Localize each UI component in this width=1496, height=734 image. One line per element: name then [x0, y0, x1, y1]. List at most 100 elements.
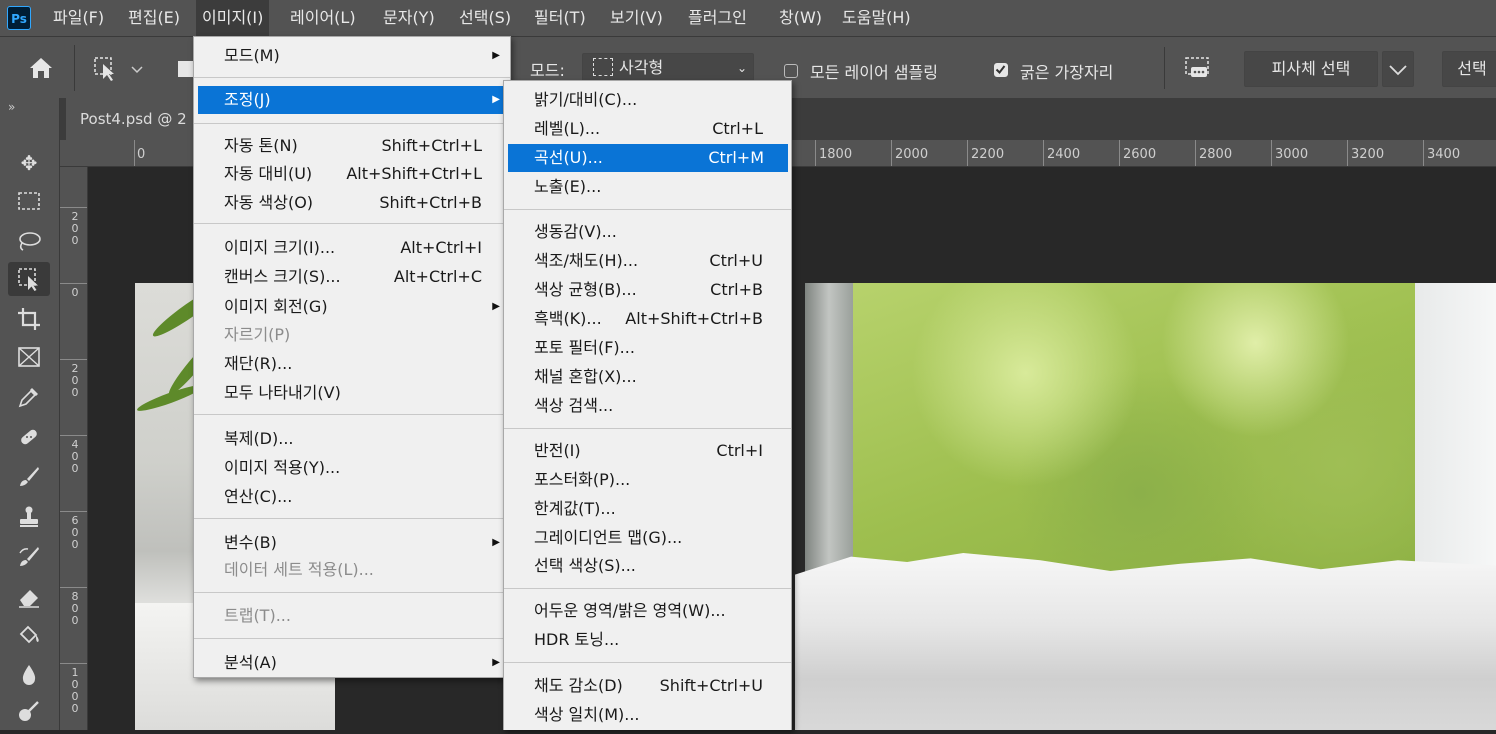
menu-window[interactable]: 창(W) [779, 0, 822, 36]
menu-item-auto-color[interactable]: 자동 색상(O) Shift+Ctrl+B [194, 189, 510, 217]
menu-item-trim[interactable]: 재단(R)... [194, 350, 510, 378]
menu-item-image-size[interactable]: 이미지 크기(I)... Alt+Ctrl+I [194, 234, 510, 262]
menu-item-vibrance[interactable]: 생동감(V)... [504, 218, 791, 246]
menu-item-match-color[interactable]: 색상 일치(M)... [504, 701, 791, 729]
menu-item-label: 포스터화(P)... [534, 470, 631, 489]
healing-brush-tool-icon[interactable] [8, 420, 50, 454]
menu-item-shortcut: Shift+Ctrl+U [659, 676, 763, 695]
paint-bucket-tool-icon[interactable] [8, 618, 50, 652]
object-select-preset-icon[interactable] [92, 55, 144, 83]
menu-item-label: 한계값(T)... [534, 499, 616, 518]
menu-item-analysis[interactable]: 분석(A) ▶ [194, 649, 510, 677]
menu-item-reveal-all[interactable]: 모두 나타내기(V) [194, 379, 510, 407]
ruler-label: 1800 [819, 147, 853, 162]
menu-item-curves[interactable]: 곡선(U)... Ctrl+M [508, 144, 788, 172]
mode-select[interactable]: 사각형 ⌄ [582, 53, 754, 83]
ruler-tick [60, 511, 87, 512]
menu-item-label: 그레이디언트 맵(G)... [534, 528, 683, 547]
menu-item-apply-image[interactable]: 이미지 적용(Y)... [194, 454, 510, 482]
menu-image[interactable]: 이미지(I) [196, 0, 270, 36]
menu-item-selective-color[interactable]: 선택 색상(S)... [504, 552, 791, 580]
menu-separator [194, 414, 510, 415]
new-selection-icon[interactable] [178, 61, 194, 77]
menu-item-shortcut: Ctrl+I [716, 441, 763, 460]
select-subject-button[interactable]: 피사체 선택 [1244, 51, 1378, 87]
rectangle-icon [593, 58, 613, 76]
menu-separator [194, 518, 510, 519]
ruler-label: 200 [71, 210, 79, 247]
menu-edit[interactable]: 편집(E) [128, 0, 180, 36]
menu-layer[interactable]: 레이어(L) [290, 0, 356, 36]
menu-item-black-white[interactable]: 흑백(K)... Alt+Shift+Ctrl+B [504, 305, 791, 333]
menu-item-desaturate[interactable]: 채도 감소(D) Shift+Ctrl+U [504, 672, 791, 700]
menu-item-shadows-highlights[interactable]: 어두운 영역/밝은 영역(W)... [504, 597, 791, 625]
menu-item-brightness-contrast[interactable]: 밝기/대비(C)... [504, 86, 791, 114]
menu-item-auto-contrast[interactable]: 자동 대비(U) Alt+Shift+Ctrl+L [194, 160, 510, 188]
menu-item-exposure[interactable]: 노출(E)... [504, 173, 791, 201]
menu-item-variables[interactable]: 변수(B) ▶ [194, 529, 510, 557]
menu-item-auto-tone[interactable]: 자동 톤(N) Shift+Ctrl+L [194, 132, 510, 160]
menu-item-color-lookup[interactable]: 색상 검색... [504, 392, 791, 420]
menu-item-label: 색상 균형(B)... [534, 280, 637, 299]
menu-select[interactable]: 선택(S) [459, 0, 511, 36]
collapse-icon[interactable]: » [8, 100, 15, 114]
menu-item-adjustments[interactable]: 조정(J) ▶ [198, 86, 506, 114]
menu-item-image-rotation[interactable]: 이미지 회전(G) ▶ [194, 293, 510, 321]
divider [1164, 47, 1165, 89]
dodge-tool-icon[interactable] [8, 696, 50, 730]
object-select-tool-icon[interactable] [8, 262, 50, 296]
window-greenery [853, 283, 1428, 583]
menu-item-hdr-toning[interactable]: HDR 토닝... [504, 626, 791, 654]
menu-item-photo-filter[interactable]: 포토 필터(F)... [504, 334, 791, 362]
move-tool-icon[interactable]: ✥ [8, 146, 50, 180]
select-subject-dropdown[interactable] [1382, 51, 1414, 87]
menu-type[interactable]: 문자(Y) [383, 0, 435, 36]
menu-item-hue-saturation[interactable]: 색조/채도(H)... Ctrl+U [504, 247, 791, 275]
clone-stamp-tool-icon[interactable] [8, 500, 50, 534]
menu-item-canvas-size[interactable]: 캔버스 크기(S)... Alt+Ctrl+C [194, 263, 510, 291]
image-menu: 모드(M) ▶ 조정(J) ▶ 자동 톤(N) Shift+Ctrl+L 자동 … [193, 36, 511, 678]
hard-edge-checkbox[interactable] [994, 63, 1008, 77]
adjustments-submenu: 밝기/대비(C)... 레벨(L)... Ctrl+L 곡선(U)... Ctr… [503, 80, 792, 730]
menu-item-invert[interactable]: 반전(I) Ctrl+I [504, 437, 791, 465]
menu-item-shortcut: Alt+Shift+Ctrl+L [346, 164, 482, 183]
menu-item-levels[interactable]: 레벨(L)... Ctrl+L [504, 115, 791, 143]
home-icon[interactable] [27, 55, 55, 81]
menu-item-gradient-map[interactable]: 그레이디언트 맵(G)... [504, 524, 791, 552]
menu-item-color-balance[interactable]: 색상 균형(B)... Ctrl+B [504, 276, 791, 304]
crop-tool-icon[interactable] [8, 302, 50, 336]
menu-plugins[interactable]: 플러그인 [688, 0, 747, 36]
menu-view[interactable]: 보기(V) [610, 0, 663, 36]
menu-filter[interactable]: 필터(T) [534, 0, 586, 36]
menu-item-threshold[interactable]: 한계값(T)... [504, 495, 791, 523]
select-and-mask-button[interactable]: 선택 [1442, 51, 1496, 87]
menu-item-mode[interactable]: 모드(M) ▶ [194, 42, 510, 70]
menu-file[interactable]: 파일(F) [53, 0, 104, 36]
menu-item-shortcut: Alt+Ctrl+C [393, 267, 482, 286]
eyedropper-tool-icon[interactable] [8, 380, 50, 414]
menu-item-duplicate[interactable]: 복제(D)... [194, 425, 510, 453]
brush-tool-icon[interactable] [8, 460, 50, 494]
menu-item-posterize[interactable]: 포스터화(P)... [504, 466, 791, 494]
menu-item-calculations[interactable]: 연산(C)... [194, 483, 510, 511]
blur-tool-icon[interactable] [8, 658, 50, 692]
menu-help[interactable]: 도움말(H) [842, 0, 911, 36]
menu-separator [504, 428, 791, 429]
history-brush-tool-icon[interactable] [8, 540, 50, 574]
object-finder-icon[interactable] [1183, 55, 1213, 83]
menu-separator [504, 588, 791, 589]
menu-item-channel-mixer[interactable]: 채널 혼합(X)... [504, 363, 791, 391]
eraser-tool-icon[interactable] [8, 580, 50, 614]
lasso-tool-icon[interactable] [8, 224, 50, 258]
marquee-tool-icon[interactable] [8, 184, 50, 218]
ruler-label: 2800 [1199, 147, 1233, 162]
sample-all-layers-checkbox[interactable] [784, 64, 798, 78]
frame-tool-icon[interactable] [8, 340, 50, 374]
ruler-tick [891, 140, 892, 166]
document-tab[interactable]: Post4.psd @ 2 [66, 98, 206, 140]
menu-item-label: 자르기(P) [224, 325, 291, 344]
menu-item-label: 모드(M) [224, 46, 280, 65]
menu-separator [194, 123, 510, 124]
menu-item-label: 포토 필터(F)... [534, 338, 635, 357]
ruler-tick [60, 207, 87, 208]
